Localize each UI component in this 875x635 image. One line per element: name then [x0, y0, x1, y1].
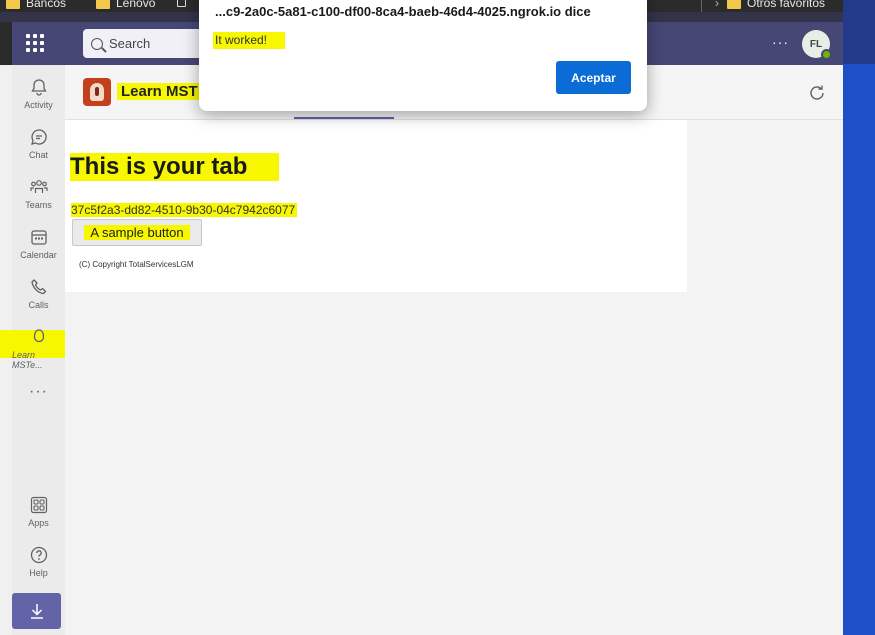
more-apps-icon[interactable]: ··· — [12, 383, 65, 401]
folder-icon — [96, 0, 110, 9]
bookmark-label: Lenovo — [116, 0, 156, 10]
chat-icon — [30, 129, 47, 145]
app-title: Learn MST — [117, 83, 202, 100]
rail-item-label: Calls — [28, 300, 49, 310]
rail-item-teams[interactable]: Teams — [12, 177, 65, 210]
chevron-right-icon[interactable]: › — [715, 0, 719, 10]
accept-button[interactable]: Aceptar — [556, 61, 631, 94]
sample-button-label: A sample button — [84, 225, 190, 240]
alert-dialog: ...c9-2a0c-5a81-c100-df00-8ca4-baeb-46d4… — [199, 0, 647, 111]
search-icon — [91, 37, 103, 50]
bookmark-other-favorites[interactable]: Otros favoritos — [727, 0, 825, 10]
search-box[interactable] — [83, 29, 203, 58]
rail-item-label: Apps — [28, 518, 49, 528]
avatar-initials: FL — [809, 38, 823, 50]
rail-item-apps[interactable]: Apps — [12, 495, 65, 528]
bookmark-label: Otros favoritos — [747, 0, 826, 10]
app-launcher-icon[interactable] — [26, 34, 44, 52]
rail-item-label: Help — [29, 568, 48, 578]
refresh-icon[interactable] — [807, 83, 827, 103]
rail-item-calls[interactable]: Calls — [12, 277, 65, 310]
desktop-background — [843, 0, 875, 635]
apps-icon — [30, 496, 47, 514]
calendar-icon — [30, 230, 47, 245]
page-title: This is your tab — [70, 153, 280, 181]
help-icon — [30, 546, 47, 564]
rail-item-calendar[interactable]: Calendar — [12, 227, 65, 260]
avatar[interactable]: FL — [802, 30, 832, 60]
bookmark-label: Bancos — [26, 0, 67, 10]
sample-button[interactable]: A sample button — [72, 219, 202, 246]
rail-item-label: Chat — [28, 150, 48, 160]
folder-icon — [6, 0, 20, 9]
bookmark-bancos[interactable]: Bancos — [6, 0, 66, 10]
page-icon — [177, 0, 186, 7]
download-icon — [30, 604, 43, 619]
app-rail: Activity Chat Teams Calendar Calls Learn… — [0, 65, 65, 635]
rail-item-label: Teams — [25, 200, 52, 210]
folder-icon — [727, 0, 741, 9]
tab-page: This is your tab 37c5f2a3-dd82-4510-9b30… — [65, 120, 687, 292]
search-input[interactable] — [109, 36, 189, 51]
rail-item-label: Calendar — [20, 250, 57, 260]
app-logo-icon — [83, 78, 111, 106]
more-options-icon[interactable]: ··· — [772, 34, 789, 50]
bookmark-lenovo[interactable]: Lenovo — [96, 0, 155, 10]
app-icon — [33, 329, 44, 343]
rail-item-label: Learn MSTe... — [12, 350, 43, 370]
presence-available-icon — [821, 49, 832, 60]
download-button[interactable] — [12, 593, 61, 629]
rail-item-help[interactable]: Help — [12, 545, 65, 578]
dialog-title: ...c9-2a0c-5a81-c100-df00-8ca4-baeb-46d4… — [215, 4, 591, 19]
divider — [701, 0, 702, 12]
rail-item-learn-msteams[interactable]: Learn MSTe... — [12, 327, 65, 370]
phone-icon — [30, 279, 46, 295]
copyright-text: (C) Copyright TotalServicesLGM — [79, 260, 194, 269]
user-id-text: 37c5f2a3-dd82-4510-9b30-04c7942c6077 — [71, 203, 298, 217]
bookmark-page[interactable] — [177, 0, 186, 7]
teams-icon — [29, 180, 48, 193]
active-tab-indicator — [294, 117, 394, 119]
bell-icon — [30, 79, 47, 96]
content-area: This is your tab 37c5f2a3-dd82-4510-9b30… — [65, 120, 843, 635]
dialog-message: It worked! — [213, 32, 286, 49]
desktop-shadow — [843, 0, 875, 64]
rail-item-label: Activity — [24, 100, 53, 110]
rail-item-chat[interactable]: Chat — [12, 127, 65, 160]
rail-item-activity[interactable]: Activity — [12, 77, 65, 110]
